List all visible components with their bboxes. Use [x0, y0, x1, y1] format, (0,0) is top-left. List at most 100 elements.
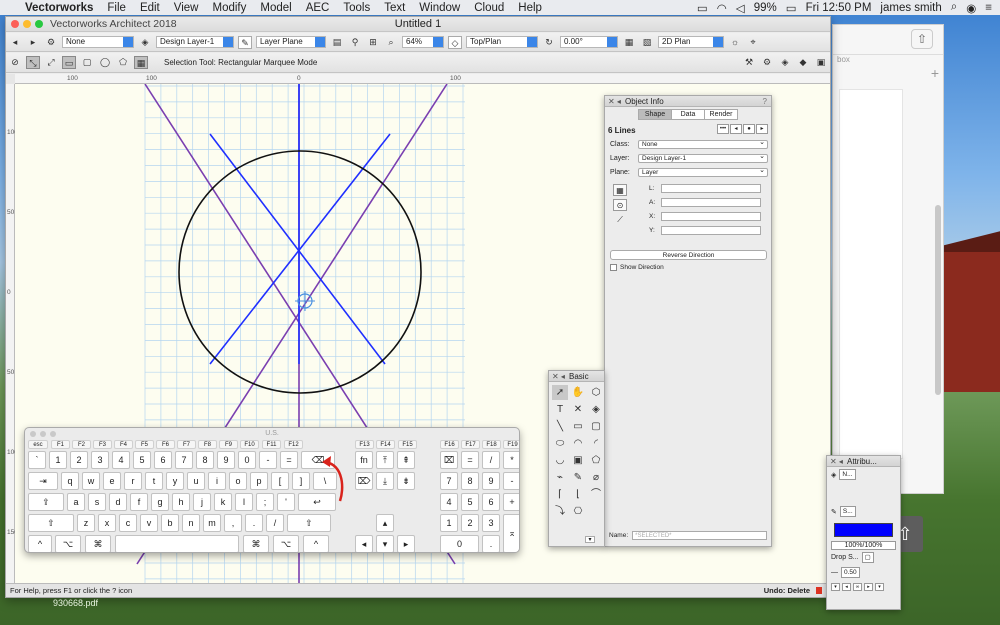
function-key[interactable]: F14 — [376, 440, 395, 449]
function-key[interactable]: F1 — [51, 440, 70, 449]
function-key[interactable]: F18 — [482, 440, 501, 449]
zoom-button[interactable] — [50, 431, 56, 437]
line-weight-value[interactable]: 0.50 — [841, 567, 860, 578]
preferences-icon[interactable]: ▦ — [134, 56, 148, 69]
tab-render[interactable]: Render — [705, 110, 737, 119]
keyboard-key[interactable]: 4 — [112, 451, 130, 469]
tool-icon[interactable]: ▭ — [570, 419, 586, 434]
numpad-key[interactable]: + — [503, 493, 519, 511]
zoom-dropdown[interactable]: 64% — [402, 36, 444, 48]
arrow-right-key[interactable]: ▸ — [397, 535, 415, 552]
modifier-key[interactable]: ⌘ — [85, 535, 111, 552]
tool-icon[interactable]: ⬭ — [552, 436, 568, 451]
prev-button[interactable]: ◂ — [730, 124, 742, 134]
tool-icon[interactable]: ╲ — [552, 419, 568, 434]
polygon-marquee-icon[interactable]: ⬠ — [116, 56, 130, 69]
disable-interactive-icon[interactable]: ⊘ — [8, 56, 22, 69]
settings-icon[interactable]: ⚙ — [760, 56, 774, 69]
keyboard-key[interactable]: ] — [292, 472, 310, 490]
numpad-key[interactable]: 9 — [482, 472, 500, 490]
keyboard-key[interactable]: m — [203, 514, 221, 532]
fit-icon[interactable]: ⊞ — [366, 36, 380, 49]
tool-icon[interactable]: ◜ — [588, 436, 604, 451]
keyboard-key[interactable]: [ — [271, 472, 289, 490]
plane-select[interactable]: Layer — [638, 167, 768, 177]
class-select[interactable]: None — [638, 139, 768, 149]
tool-icon[interactable]: ◡ — [552, 453, 568, 468]
function-key[interactable]: F7 — [177, 440, 196, 449]
layer-options-icon[interactable]: ✎ — [238, 35, 252, 49]
keyboard-key[interactable]: 8 — [196, 451, 214, 469]
tool-icon[interactable]: ✋ — [570, 385, 586, 400]
battery-icon[interactable]: ▭ — [786, 1, 797, 15]
basic-palette[interactable]: ✕ ◂ Basic ➚ ✋ ⬡ T ✕ ◈ ╲ ▭ ▢ ⬭ ◠ ◜ ◡ ▣ ⬠ ⌁ ✎ ⌀ ⌈ ⌊ ⌒ ⤵ ⎔ ▾ — [548, 370, 605, 547]
keyboard-key[interactable]: ` — [28, 451, 46, 469]
tool-icon[interactable]: ⌈ — [552, 487, 568, 502]
keyboard-key[interactable]: / — [266, 514, 284, 532]
tool-icon[interactable]: ⬠ — [588, 453, 604, 468]
function-key[interactable]: F10 — [240, 440, 259, 449]
numpad-key[interactable]: ⌧ — [440, 451, 458, 469]
attributes-palette[interactable]: ✕ ◂ Attribu... ◈ N... ✎ S... 100%/100% Drop… — [826, 455, 901, 610]
keyboard-key[interactable]: 7 — [175, 451, 193, 469]
layer-snap-icon[interactable]: ◆ — [796, 56, 810, 69]
keyboard-key[interactable]: y — [166, 472, 184, 490]
length-field[interactable] — [661, 184, 761, 193]
tool-icon[interactable]: ✕ — [570, 402, 586, 417]
tool-icon[interactable]: ◈ — [588, 402, 604, 417]
tool-icon[interactable]: ⌁ — [552, 470, 568, 485]
function-key[interactable]: F5 — [135, 440, 154, 449]
rectangle-marquee-icon[interactable]: ▢ — [80, 56, 94, 69]
tool-icon[interactable]: ⌊ — [570, 487, 586, 502]
scrollbar[interactable] — [935, 205, 941, 395]
keyboard-key[interactable]: j — [193, 493, 211, 511]
tool-icon[interactable]: ⬡ — [588, 385, 604, 400]
tab-data[interactable]: Data — [672, 110, 705, 119]
arrow-left-key[interactable]: ◂ — [355, 535, 373, 552]
function-key[interactable]: F6 — [156, 440, 175, 449]
visibility-icon[interactable]: ⌖ — [746, 36, 760, 49]
show-direction-checkbox[interactable] — [610, 264, 617, 271]
flag-icon[interactable] — [816, 587, 822, 594]
keyboard-key[interactable]: f — [130, 493, 148, 511]
keyboard-key[interactable]: x — [98, 514, 116, 532]
minimize-button[interactable] — [23, 20, 31, 28]
search-icon[interactable]: ⌕ — [951, 1, 957, 14]
modifier-key[interactable]: ^ — [303, 535, 329, 552]
tool-icon[interactable]: ⤵ — [552, 504, 568, 519]
background-window[interactable]: ⇧ box + — [832, 24, 944, 494]
layers-icon[interactable]: ◈ — [138, 36, 152, 49]
numpad-key[interactable]: ⌅ — [503, 514, 519, 552]
close-button[interactable] — [30, 431, 36, 437]
shift-key[interactable]: ⇧ — [287, 514, 331, 532]
keyboard-key[interactable]: 3 — [91, 451, 109, 469]
nav-key[interactable]: fn — [355, 451, 373, 469]
keyboard-key[interactable]: e — [103, 472, 121, 490]
menu-help[interactable]: Help — [511, 2, 549, 14]
chevron-down-icon[interactable]: ▾ — [875, 583, 884, 591]
numpad-key[interactable]: = — [461, 451, 479, 469]
cast-icon[interactable]: ▭ — [697, 1, 708, 15]
interactive-scaling-icon[interactable]: ⤡ — [26, 56, 40, 69]
tool-icon[interactable]: ⌒ — [588, 487, 604, 502]
close-icon[interactable]: ✕ ◂ — [830, 456, 843, 467]
tool-icon[interactable]: T — [552, 402, 568, 417]
wifi-icon[interactable]: ◠ — [717, 1, 727, 15]
sheet-icon[interactable]: ▤ — [330, 36, 344, 49]
siri-icon[interactable]: ◉ — [966, 1, 976, 15]
next-icon[interactable]: ▸ — [864, 583, 873, 591]
numpad-key[interactable]: * — [503, 451, 519, 469]
keyboard-key[interactable]: v — [140, 514, 158, 532]
pen-color-swatch[interactable] — [834, 523, 893, 537]
modifier-key[interactable]: ^ — [28, 535, 52, 552]
keyboard-key[interactable]: s — [88, 493, 106, 511]
function-key[interactable]: F17 — [461, 440, 480, 449]
function-key[interactable]: F9 — [219, 440, 238, 449]
nav-key[interactable]: ⤒ — [376, 451, 394, 469]
projection-icon[interactable]: ▦ — [622, 36, 636, 49]
render-dropdown[interactable]: 2D Plan — [658, 36, 724, 48]
chevron-down-icon[interactable]: ▾ — [831, 583, 840, 591]
saved-views-icon[interactable]: ⚲ — [348, 36, 362, 49]
x-field[interactable] — [661, 212, 761, 221]
keyboard-key[interactable]: o — [229, 472, 247, 490]
